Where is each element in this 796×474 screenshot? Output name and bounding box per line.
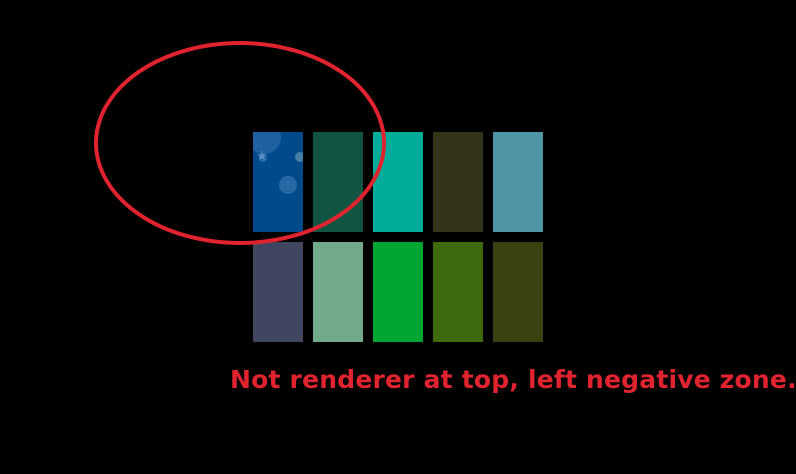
- tile-grid: ★: [253, 132, 543, 342]
- tile-3[interactable]: [373, 132, 423, 232]
- tile-8[interactable]: [373, 242, 423, 342]
- tile-5[interactable]: [493, 132, 543, 232]
- bokeh-circle: [295, 152, 303, 162]
- tile-1[interactable]: ★: [253, 132, 303, 232]
- annotation-caption: Not renderer at top, left negative zone.: [230, 365, 796, 394]
- tile-6[interactable]: [253, 242, 303, 342]
- bokeh-circle: [279, 176, 297, 194]
- star-icon: ★: [256, 148, 268, 163]
- tile-2[interactable]: [313, 132, 363, 232]
- tile-10[interactable]: [493, 242, 543, 342]
- tile-7[interactable]: [313, 242, 363, 342]
- tile-4[interactable]: [433, 132, 483, 232]
- tile-9[interactable]: [433, 242, 483, 342]
